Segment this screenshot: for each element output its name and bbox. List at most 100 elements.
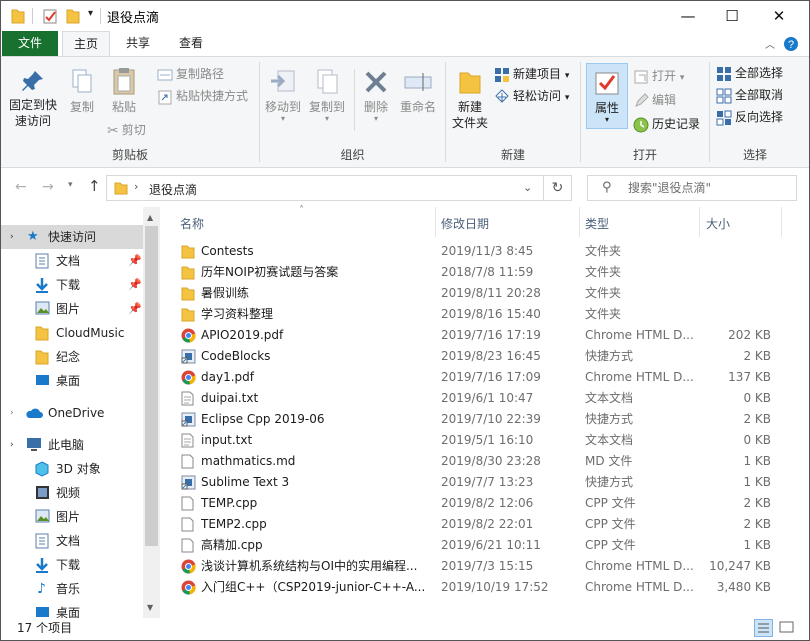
- collapse-ribbon-icon[interactable]: ︿: [765, 36, 775, 51]
- file-row[interactable]: TEMP.cpp 2019/8/2 12:06 CPP 文件 2 KB: [175, 493, 795, 514]
- file-row[interactable]: mathmatics.md 2019/8/30 23:28 MD 文件 1 KB: [175, 451, 795, 472]
- file-modified-date: 2019/7/16 17:19: [441, 328, 541, 342]
- column-header-name[interactable]: 名称: [180, 213, 204, 235]
- pin-quick-access-button[interactable]: 固定到快 速访问: [7, 69, 59, 129]
- column-divider[interactable]: [435, 207, 436, 237]
- up-arrow-icon[interactable]: ↑: [88, 177, 101, 195]
- file-row[interactable]: Sublime Text 3 2019/7/7 13:23 快捷方式 1 KB: [175, 472, 795, 493]
- nav-pc-videos[interactable]: 视频: [1, 481, 143, 505]
- edit-button[interactable]: 编辑: [633, 89, 676, 111]
- new-item-button[interactable]: 新建项目 ▾: [494, 63, 569, 85]
- details-view-button[interactable]: [754, 619, 773, 637]
- rename-button[interactable]: 重命名: [396, 69, 440, 115]
- invert-selection-button[interactable]: 反向选择: [716, 106, 783, 128]
- maximize-button[interactable]: ☐: [709, 1, 755, 31]
- scroll-up-arrow-icon[interactable]: ▲: [147, 213, 153, 222]
- file-row[interactable]: 历年NOIP初赛试题与答案 2018/7/8 11:59 文件夹: [175, 262, 795, 283]
- expand-chevron-icon[interactable]: ›: [10, 225, 14, 249]
- column-divider[interactable]: [781, 207, 782, 237]
- nav-item-memorial[interactable]: 纪念: [1, 345, 143, 369]
- copy-path-button[interactable]: 复制路径: [157, 63, 224, 85]
- large-icons-view-button[interactable]: [778, 619, 797, 637]
- nav-item-documents[interactable]: 文档 📌: [1, 249, 143, 273]
- file-row[interactable]: Eclipse Cpp 2019-06 2019/7/10 22:39 快捷方式 2 …: [175, 409, 795, 430]
- address-box[interactable]: › 退役点滴 ⌄: [106, 175, 544, 201]
- file-row[interactable]: CodeBlocks 2019/8/23 16:45 快捷方式 2 KB: [175, 346, 795, 367]
- file-row[interactable]: APIO2019.pdf 2019/7/16 17:19 Chrome HTML D…: [175, 325, 795, 346]
- properties-button[interactable]: 属性 ▾: [586, 63, 628, 129]
- search-input[interactable]: ⚲ 搜索"退役点滴": [587, 175, 797, 201]
- cut-button[interactable]: ✂ 剪切: [107, 119, 146, 141]
- scroll-down-arrow-icon[interactable]: ▼: [147, 603, 153, 612]
- file-row[interactable]: duipai.txt 2019/6/1 10:47 文本文档 0 KB: [175, 388, 795, 409]
- address-history-chevron-icon[interactable]: ⌄: [523, 181, 532, 194]
- file-name: Sublime Text 3: [201, 475, 290, 489]
- nav-pc-pictures[interactable]: 图片: [1, 505, 143, 529]
- column-header-size[interactable]: 大小: [706, 213, 730, 235]
- nav-onedrive[interactable]: › OneDrive: [1, 401, 143, 425]
- nav-item-desktop[interactable]: 桌面: [1, 369, 143, 393]
- nav-item-pictures[interactable]: 图片 📌: [1, 297, 143, 321]
- copy-to-button[interactable]: 复制到 ▾: [306, 69, 348, 123]
- minimize-button[interactable]: —: [665, 1, 711, 31]
- breadcrumb-separator-icon[interactable]: ›: [134, 180, 138, 193]
- file-row[interactable]: 入门组C++（CSP2019-junior-C++-A... 2019/10/19…: [175, 577, 795, 598]
- file-row[interactable]: input.txt 2019/5/1 16:10 文本文档 0 KB: [175, 430, 795, 451]
- nav-this-pc[interactable]: › 此电脑: [1, 433, 143, 457]
- quick-access-dropdown[interactable]: ▾: [88, 8, 93, 19]
- folder-icon[interactable]: [11, 8, 25, 24]
- nav-item-downloads[interactable]: 下载 📌: [1, 273, 143, 297]
- nav-item-cloudmusic[interactable]: CloudMusic: [1, 321, 143, 345]
- paste-button[interactable]: 粘贴: [105, 67, 143, 115]
- move-to-button[interactable]: 移动到 ▾: [262, 69, 304, 123]
- file-row[interactable]: day1.pdf 2019/7/16 17:09 Chrome HTML D... 1…: [175, 367, 795, 388]
- select-none-button[interactable]: 全部取消: [716, 84, 783, 106]
- delete-button[interactable]: 删除 ▾: [358, 69, 394, 123]
- file-type: Chrome HTML D...: [585, 580, 694, 594]
- select-all-button[interactable]: 全部选择: [716, 62, 783, 84]
- tab-file[interactable]: 文件: [2, 31, 58, 56]
- nav-scrollbar[interactable]: ▲ ▼: [143, 207, 160, 618]
- column-divider[interactable]: [579, 207, 580, 237]
- tab-share[interactable]: 共享: [115, 31, 161, 56]
- help-icon[interactable]: ?: [783, 36, 799, 52]
- expand-chevron-icon[interactable]: ›: [10, 401, 14, 425]
- column-divider[interactable]: [699, 207, 700, 237]
- copy-button[interactable]: 复制: [63, 69, 101, 115]
- history-button[interactable]: 历史记录: [633, 113, 700, 135]
- recent-locations-dropdown[interactable]: ▾: [68, 180, 73, 190]
- nav-pc-downloads[interactable]: 下载: [1, 553, 143, 577]
- scroll-thumb[interactable]: [145, 226, 158, 546]
- nav-quick-access[interactable]: › ★ 快速访问: [1, 225, 143, 249]
- tab-view[interactable]: 查看: [168, 31, 214, 56]
- column-header-date[interactable]: 修改日期: [441, 213, 489, 235]
- file-size: 0 KB: [743, 433, 771, 447]
- file-row[interactable]: Contests 2019/11/3 8:45 文件夹: [175, 241, 795, 262]
- properties-check-icon[interactable]: [43, 8, 58, 24]
- paste-shortcut-button[interactable]: 粘贴快捷方式: [157, 85, 248, 107]
- rename-label: 重命名: [399, 100, 436, 114]
- expand-chevron-icon[interactable]: ›: [10, 433, 14, 457]
- breadcrumb-current[interactable]: 退役点滴: [149, 181, 197, 198]
- easy-access-button[interactable]: 轻松访问 ▾: [494, 85, 569, 107]
- new-folder-icon[interactable]: [66, 8, 80, 24]
- file-row[interactable]: TEMP2.cpp 2019/8/2 22:01 CPP 文件 2 KB: [175, 514, 795, 535]
- nav-pc-desktop[interactable]: 桌面: [1, 601, 143, 618]
- tab-home[interactable]: 主页: [62, 31, 110, 56]
- nav-pc-documents[interactable]: 文档: [1, 529, 143, 553]
- file-row[interactable]: 高精加.cpp 2019/6/21 10:11 CPP 文件 1 KB: [175, 535, 795, 556]
- file-row[interactable]: 学习资料整理 2019/8/16 15:40 文件夹: [175, 304, 795, 325]
- nav-pc-3d-objects[interactable]: 3D 对象: [1, 457, 143, 481]
- column-header-type[interactable]: 类型: [585, 213, 609, 235]
- refresh-button[interactable]: ↻: [544, 175, 572, 201]
- clipboard-group-label: 剪贴板: [111, 148, 148, 162]
- back-arrow-icon[interactable]: ←: [15, 179, 27, 195]
- file-row[interactable]: 暑假训练 2019/8/11 20:28 文件夹: [175, 283, 795, 304]
- file-row[interactable]: 浅谈计算机系统结构与OI中的实用编程... 2019/7/3 15:15 Chrom…: [175, 556, 795, 577]
- forward-arrow-icon[interactable]: →: [42, 179, 54, 195]
- nav-pc-music[interactable]: ♪ 音乐: [1, 577, 143, 601]
- search-placeholder: 搜索"退役点滴": [628, 181, 712, 195]
- close-button[interactable]: ✕: [756, 1, 802, 31]
- new-folder-button[interactable]: 新建 文件夹: [450, 69, 490, 131]
- open-button[interactable]: 打开 ▾: [633, 65, 684, 87]
